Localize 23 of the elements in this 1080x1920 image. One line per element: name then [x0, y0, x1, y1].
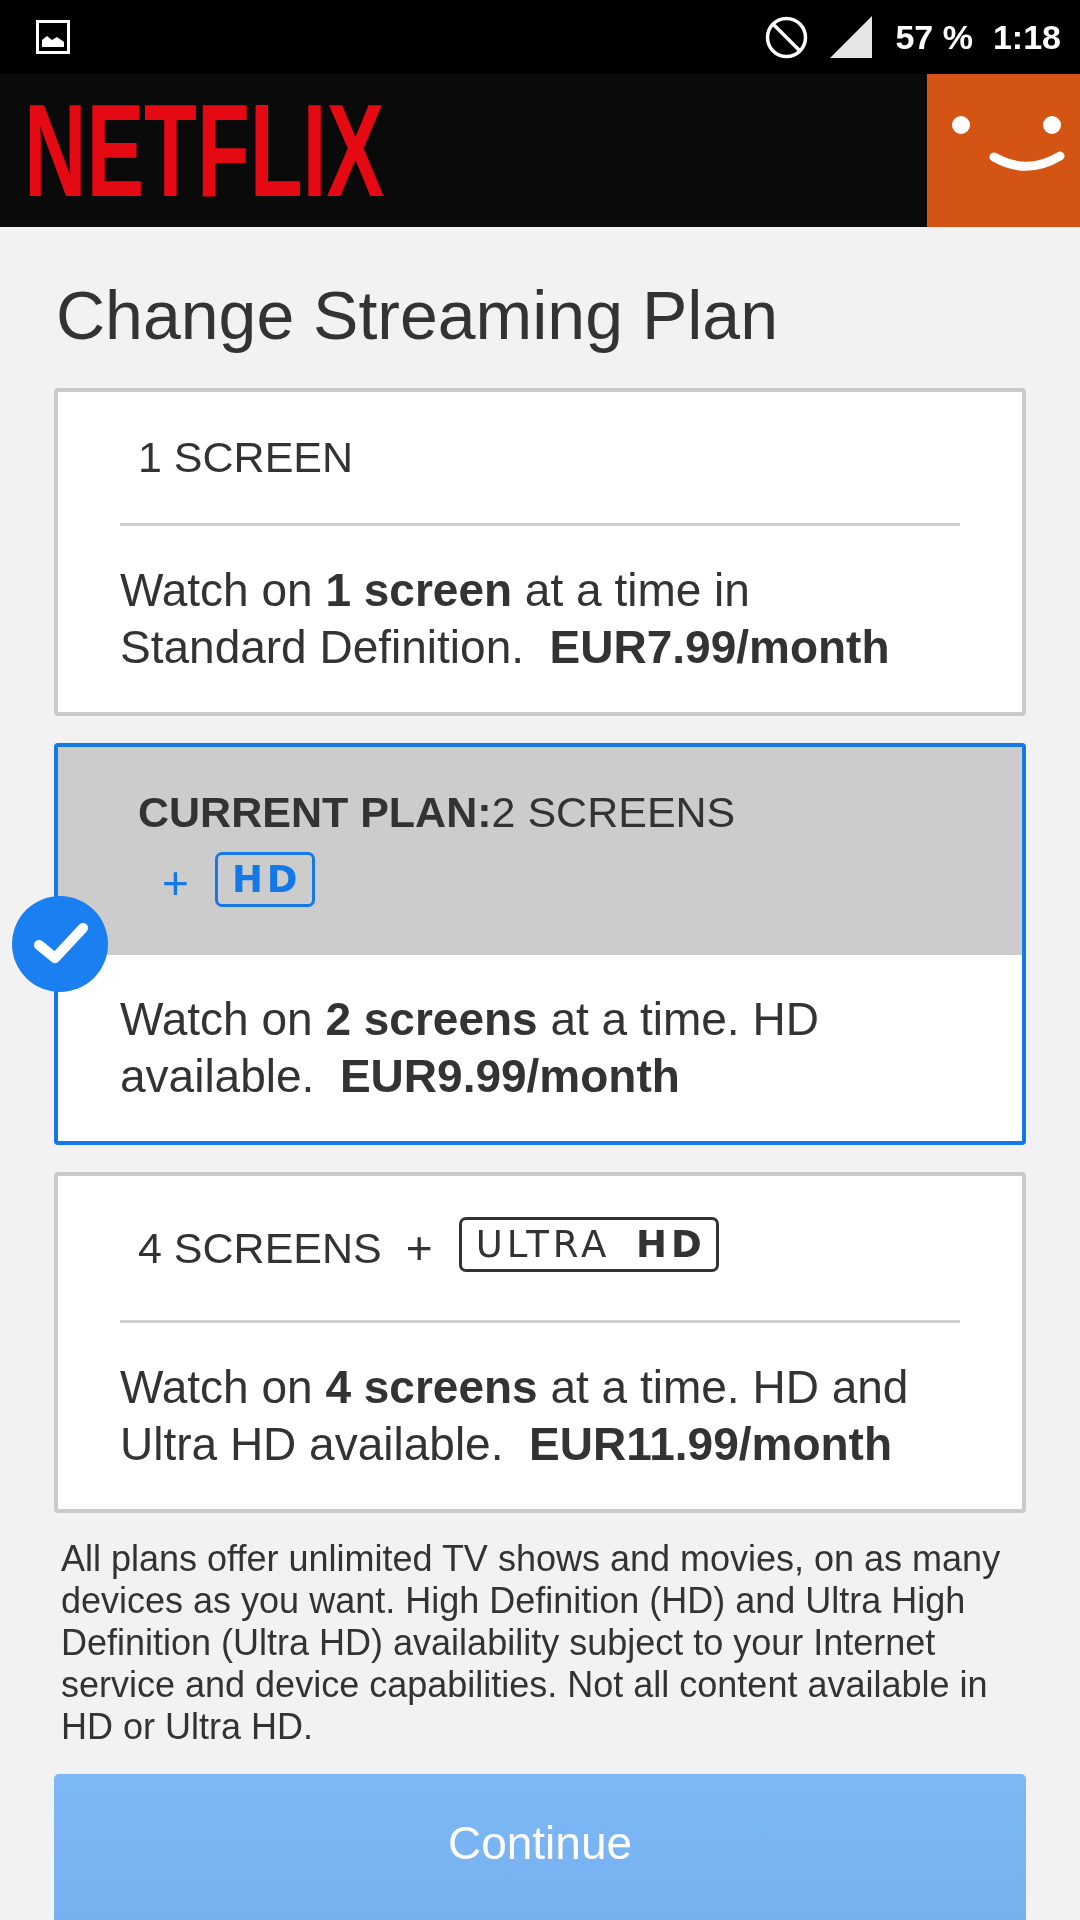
- prohibited-icon: [765, 15, 809, 59]
- plan-description: Watch on 4 screens at a time. HD and Ultra HD available. EUR11.99/month: [119, 1360, 910, 1472]
- plus-sign: +: [162, 855, 189, 911]
- plus-sign: +: [405, 1220, 433, 1276]
- plan-card[interactable]: 4 SCREENS + ULTRA HD Watch on 4 screens at a time. HD and Ultra HD available. EUR11.99/month: [54, 1172, 1026, 1513]
- resolution-badge: HD: [214, 852, 315, 907]
- page-title: Change Streaming Plan: [56, 276, 778, 355]
- smiley-face-icon[interactable]: [927, 74, 1080, 227]
- image-icon: [36, 20, 70, 54]
- brand-logo: NETFLIX: [24, 100, 385, 201]
- checkmark-icon: [12, 896, 108, 992]
- clock-time: 1:18: [992, 17, 1061, 57]
- plan-card[interactable]: CURRENT PLAN:2 SCREENS + HD Watch on 2 screens at a time. HD available. EUR9.99/month: [54, 743, 1026, 1145]
- plan-title: 1 SCREEN: [138, 432, 354, 483]
- battery-percentage: 57 %: [895, 17, 973, 57]
- plan-title: 4 SCREENS: [138, 1222, 382, 1274]
- plans-footnote: All plans offer unlimited TV shows and movies, on as many devices as you want. High Definition (HD) and Ultra High Definition (Ultra HD) availability subject to your Internet service and device capabilities. Not all content available in HD or Ultra HD.: [61, 1538, 1002, 1748]
- signal-icon: [830, 16, 873, 58]
- plan-description: Watch on 1 screen at a time in Standard Definition. EUR7.99/month: [119, 563, 891, 675]
- resolution-badge: ULTRA HD: [458, 1217, 719, 1272]
- plan-title: CURRENT PLAN:2 SCREENS: [138, 787, 736, 838]
- plan-card[interactable]: 1 SCREEN Watch on 1 screen at a time in Standard Definition. EUR7.99/month: [54, 388, 1026, 716]
- plan-description: Watch on 2 screens at a time. HD available. EUR9.99/month: [119, 992, 820, 1104]
